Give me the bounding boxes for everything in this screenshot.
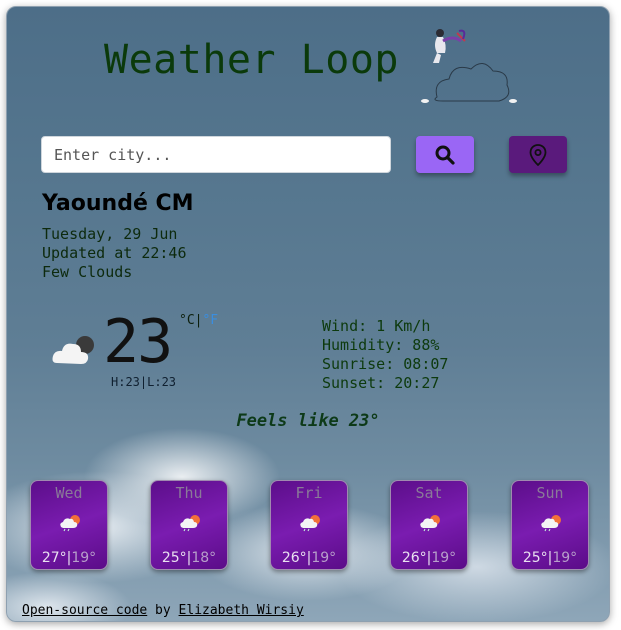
sun-cloud-rain-icon xyxy=(60,515,80,532)
forecast-high: 26° xyxy=(401,550,427,566)
girl-on-cloud-illustration xyxy=(421,29,517,103)
city-search-input[interactable] xyxy=(41,136,391,173)
forecast-high: 26° xyxy=(281,550,307,566)
city-name: Yaoundé CM xyxy=(42,191,194,216)
location-pin-icon xyxy=(529,143,547,166)
footer-by-text: by xyxy=(147,603,179,618)
celsius-toggle[interactable]: °C xyxy=(179,313,195,328)
forecast-low: 18° xyxy=(191,550,217,566)
unit-toggle: °C|°F xyxy=(179,313,218,328)
feels-like-text: Feels like 23° xyxy=(236,411,380,431)
sun-cloud-rain-icon xyxy=(180,515,200,532)
forecast-day-card: Sun 25°|19° xyxy=(511,480,589,570)
forecast-day-name: Wed xyxy=(55,484,83,502)
forecast-day-card: Wed 27°|19° xyxy=(30,480,108,570)
sunrise-stat: Sunrise: 08:07 xyxy=(322,355,449,373)
sunset-stat: Sunset: 20:27 xyxy=(322,374,440,392)
forecast-day-name: Sat xyxy=(415,484,443,502)
partly-cloudy-night-icon xyxy=(52,336,94,364)
forecast-day-card: Thu 25°|18° xyxy=(150,480,228,570)
forecast-low: 19° xyxy=(431,550,457,566)
forecast-temps: 26°|19° xyxy=(401,550,457,566)
forecast-day-name: Fri xyxy=(295,484,323,502)
forecast-day-name: Thu xyxy=(175,484,203,502)
weather-condition: Few Clouds xyxy=(42,263,133,281)
current-temperature: 23 xyxy=(103,307,173,377)
footer: Open-source code by Elizabeth Wirsiy xyxy=(22,603,304,618)
search-button[interactable] xyxy=(416,136,474,173)
forecast-high: 25° xyxy=(161,550,187,566)
forecast-temps: 25°|18° xyxy=(161,550,217,566)
source-code-link[interactable]: Open-source code xyxy=(22,603,147,618)
wind-stat: Wind: 1 Km/h xyxy=(322,317,431,335)
current-location-button[interactable] xyxy=(509,136,567,173)
updated-time: Updated at 22:46 xyxy=(42,244,187,262)
forecast-day-card: Sat 26°|19° xyxy=(390,480,468,570)
forecast-high: 27° xyxy=(41,550,67,566)
sun-cloud-rain-icon xyxy=(300,515,320,532)
app-title: Weather Loop xyxy=(104,37,399,83)
fahrenheit-toggle[interactable]: °F xyxy=(202,313,218,328)
author-link[interactable]: Elizabeth Wirsiy xyxy=(179,603,304,618)
forecast-temps: 26°|19° xyxy=(281,550,337,566)
sun-cloud-rain-icon xyxy=(541,515,561,532)
search-icon xyxy=(435,145,455,165)
weather-app-card: Weather Loop Yaoundé CM Tuesday, 29 Jun … xyxy=(6,6,610,622)
forecast-high: 25° xyxy=(522,550,548,566)
forecast-temps: 25°|19° xyxy=(522,550,578,566)
forecast-low: 19° xyxy=(311,550,337,566)
date-text: Tuesday, 29 Jun xyxy=(42,225,178,243)
forecast-low: 19° xyxy=(552,550,578,566)
forecast-day-card: Fri 26°|19° xyxy=(270,480,348,570)
forecast-temps: 27°|19° xyxy=(41,550,97,566)
high-low-temp: H:23|L:23 xyxy=(111,375,177,389)
sun-cloud-rain-icon xyxy=(420,515,440,532)
humidity-stat: Humidity: 88% xyxy=(322,336,440,354)
forecast-day-name: Sun xyxy=(536,484,564,502)
forecast-low: 19° xyxy=(71,550,97,566)
